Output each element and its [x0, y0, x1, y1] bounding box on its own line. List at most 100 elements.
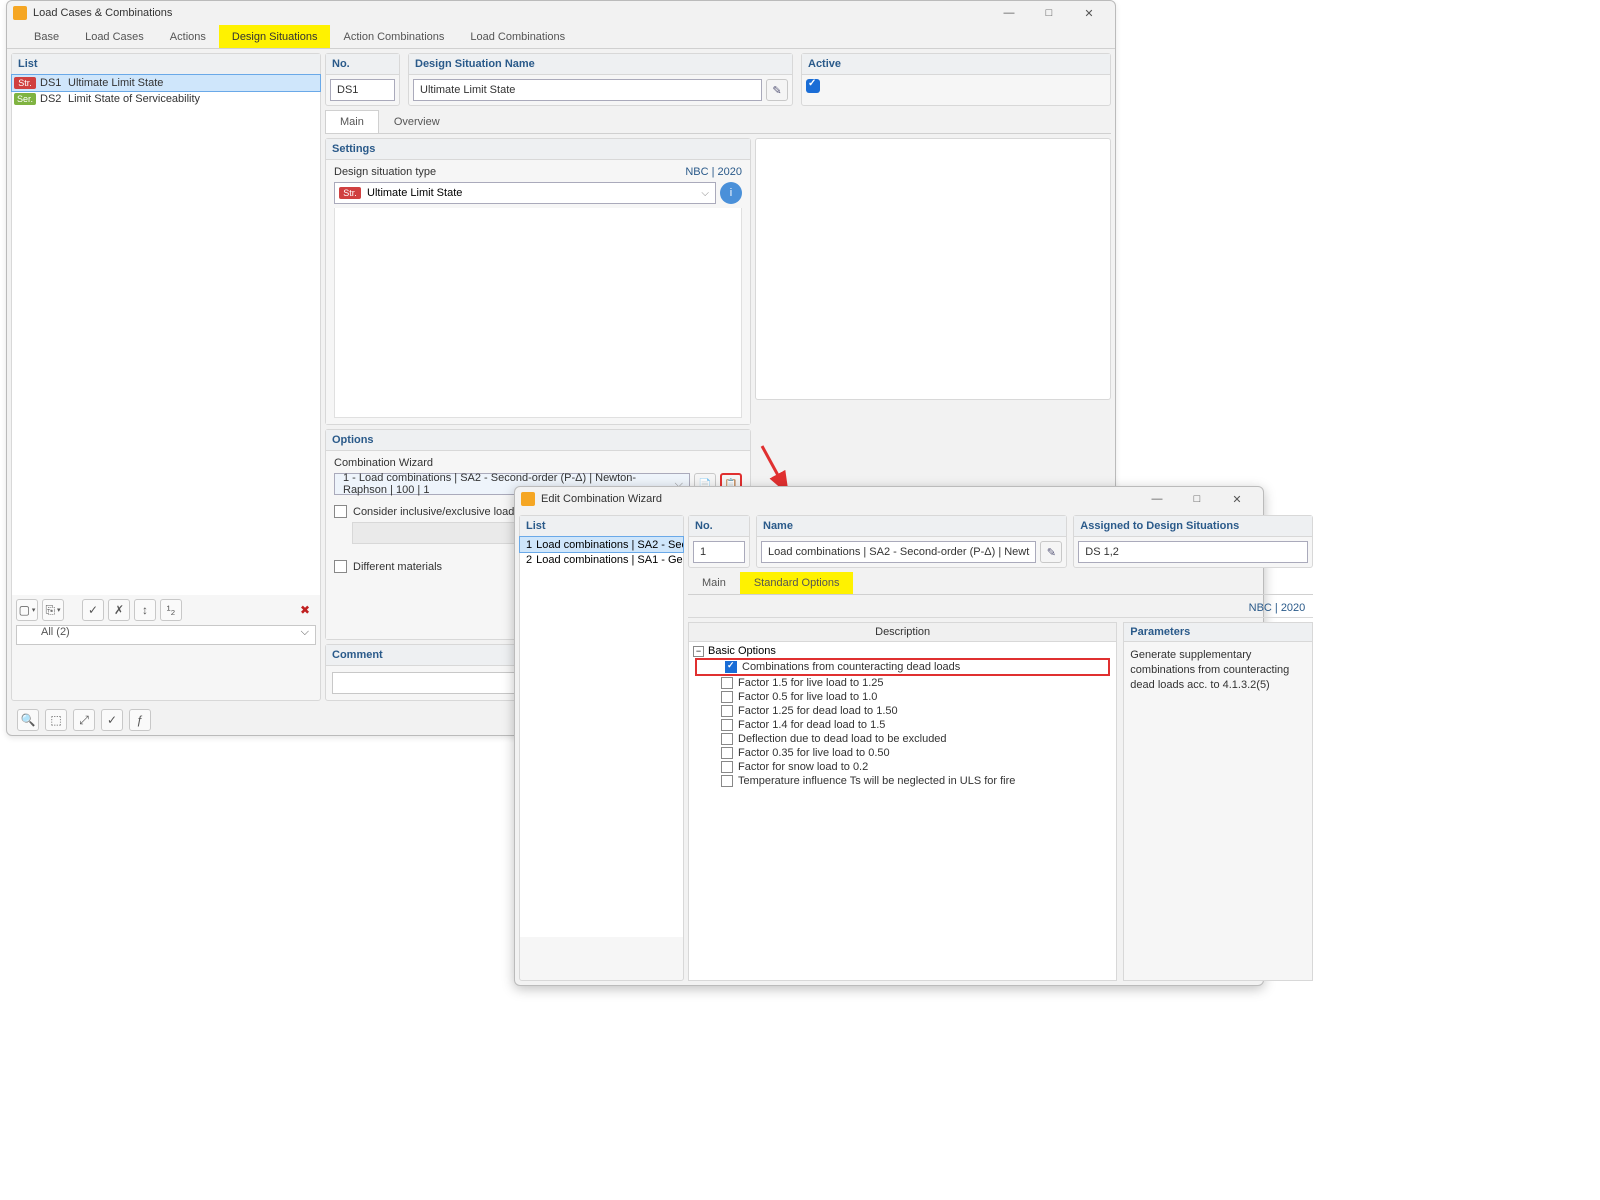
wiz-no-input[interactable]: 1 — [693, 541, 745, 563]
tool-3-button[interactable]: ✓ — [101, 709, 123, 731]
type-value: Ultimate Limit State — [367, 187, 462, 199]
option-label: Combinations from counteracting dead loa… — [742, 661, 960, 673]
check-all-button[interactable]: ✓ — [82, 599, 104, 621]
option-item[interactable]: Temperature influence Ts will be neglect… — [693, 774, 1112, 788]
option-item[interactable]: Factor for snow load to 0.2 — [693, 760, 1112, 774]
option-checkbox[interactable] — [721, 747, 733, 759]
options-desc-panel: Description − Basic Options Combinations… — [688, 622, 1117, 981]
tab-load-cases[interactable]: Load Cases — [72, 25, 157, 48]
materials-label: Different materials — [353, 561, 442, 573]
wiz-tab-standard-options[interactable]: Standard Options — [740, 572, 854, 594]
option-item[interactable]: Factor 0.5 for live load to 1.0 — [693, 690, 1112, 704]
sub-minimize-button[interactable]: — — [1137, 489, 1177, 509]
tool-2-button[interactable]: ⤢ — [73, 709, 95, 731]
active-checkbox[interactable] — [806, 79, 820, 93]
wizard-list[interactable]: 1Load combinations | SA2 - Secon 2 Load co… — [520, 537, 683, 937]
settings-panel: Settings Design situation type NBC | 202… — [325, 138, 751, 425]
wiz-standard-label: NBC | 2020 — [1249, 602, 1306, 614]
copy-button[interactable]: ⎘ — [42, 599, 64, 621]
option-item[interactable]: Factor 1.25 for dead load to 1.50 — [693, 704, 1112, 718]
no-input[interactable]: DS1 — [330, 79, 395, 101]
subtab-main[interactable]: Main — [325, 110, 379, 133]
renumber-button[interactable]: ¹₂ — [160, 599, 182, 621]
preview-area — [755, 138, 1111, 400]
option-item[interactable]: Combinations from counteracting dead loa… — [695, 658, 1110, 676]
name-header: Design Situation Name — [409, 54, 792, 75]
wiz-name: Load combinations | SA2 - Secon — [536, 539, 683, 551]
option-checkbox[interactable] — [721, 761, 733, 773]
type-label: Design situation type — [334, 166, 436, 178]
sub-close-button[interactable]: ✕ — [1217, 489, 1257, 509]
parameters-panel: Parameters Generate supplementary combin… — [1123, 622, 1313, 981]
tool-1-button[interactable]: ⬚ — [45, 709, 67, 731]
tab-design-situations[interactable]: Design Situations — [219, 25, 331, 48]
name-input[interactable]: Ultimate Limit State — [413, 79, 762, 101]
wizard-list-row[interactable]: 1Load combinations | SA2 - Secon — [520, 537, 683, 552]
type-badge: Str. — [339, 187, 361, 199]
sub-maximize-button[interactable]: □ — [1177, 489, 1217, 509]
edit-name-button[interactable]: ✎ — [766, 79, 788, 101]
new-button[interactable]: ▢ — [16, 599, 38, 621]
option-item[interactable]: Deflection due to dead load to be exclud… — [693, 732, 1112, 746]
ds-list-panel: List Str.DS1Ultimate Limit StateSer.DS2L… — [11, 53, 321, 701]
delete-button[interactable]: ✖ — [294, 599, 316, 621]
tab-base[interactable]: Base — [21, 25, 72, 48]
filter-label: All (2) — [41, 626, 70, 638]
ds-list[interactable]: Str.DS1Ultimate Limit StateSer.DS2Limit … — [12, 75, 320, 595]
option-item[interactable]: Factor 1.5 for live load to 1.25 — [693, 676, 1112, 690]
type-dropdown[interactable]: Str. Ultimate Limit State — [334, 182, 716, 204]
wizard-label: Combination Wizard — [334, 457, 742, 469]
wiz-assigned-input[interactable]: DS 1,2 — [1078, 541, 1308, 563]
wiz-name-panel: Name Load combinations | SA2 - Second-or… — [756, 515, 1067, 568]
subtab-overview[interactable]: Overview — [379, 110, 455, 133]
close-button[interactable]: ✕ — [1069, 3, 1109, 23]
option-checkbox[interactable] — [725, 661, 737, 673]
wizard-list-header: List — [520, 516, 683, 537]
help-button[interactable]: 🔍 — [17, 709, 39, 731]
ds-list-row[interactable]: Ser.DS2Limit State of Serviceability — [12, 91, 320, 107]
option-item[interactable]: Factor 0.35 for live load to 0.50 — [693, 746, 1112, 760]
tab-action-combinations[interactable]: Action Combinations — [330, 25, 457, 48]
collapse-icon[interactable]: − — [693, 646, 704, 657]
wiz-no: 2 — [526, 554, 532, 566]
type-info-button[interactable]: i — [720, 182, 742, 204]
wiz-assigned-panel: Assigned to Design Situations DS 1,2 — [1073, 515, 1313, 568]
option-checkbox[interactable] — [721, 719, 733, 731]
wiz-tab-main[interactable]: Main — [688, 572, 740, 594]
badge: Ser. — [14, 93, 36, 105]
materials-checkbox[interactable] — [334, 560, 347, 573]
minimize-button[interactable]: — — [989, 3, 1029, 23]
tab-load-combinations[interactable]: Load Combinations — [457, 25, 578, 48]
title-bar: Load Cases & Combinations — □ ✕ — [7, 1, 1115, 25]
wizard-list-row[interactable]: 2 Load combinations | SA1 - Geom — [520, 552, 683, 567]
tab-actions[interactable]: Actions — [157, 25, 219, 48]
uncheck-all-button[interactable]: ✗ — [108, 599, 130, 621]
wiz-name-input[interactable]: Load combinations | SA2 - Second-order (… — [761, 541, 1036, 563]
sub-window-title: Edit Combination Wizard — [541, 493, 1137, 505]
option-checkbox[interactable] — [721, 775, 733, 787]
filter-select[interactable]: All (2) ⌵ — [16, 625, 316, 645]
option-item[interactable]: Factor 1.4 for dead load to 1.5 — [693, 718, 1112, 732]
inclusive-checkbox[interactable] — [334, 505, 347, 518]
tool-4-button[interactable]: ƒ — [129, 709, 151, 731]
option-checkbox[interactable] — [721, 733, 733, 745]
sort-button[interactable]: ↕ — [134, 599, 156, 621]
option-checkbox[interactable] — [721, 691, 733, 703]
wiz-name: Load combinations | SA1 - Geom — [536, 554, 683, 566]
wiz-edit-name-button[interactable]: ✎ — [1040, 541, 1062, 563]
option-label: Factor 1.25 for dead load to 1.50 — [738, 705, 898, 717]
wizard-list-panel: List 1Load combinations | SA2 - Secon 2 Lo… — [519, 515, 684, 981]
option-checkbox[interactable] — [721, 677, 733, 689]
maximize-button[interactable]: □ — [1029, 3, 1069, 23]
settings-body-area — [334, 208, 742, 418]
option-label: Factor for snow load to 0.2 — [738, 761, 868, 773]
active-header: Active — [802, 54, 1110, 75]
option-checkbox[interactable] — [721, 705, 733, 717]
ds-list-row[interactable]: Str.DS1Ultimate Limit State — [12, 75, 320, 91]
options-header: Options — [326, 430, 750, 451]
basic-options-group[interactable]: − Basic Options — [693, 644, 1112, 658]
option-label: Factor 0.35 for live load to 0.50 — [738, 747, 890, 759]
list-header: List — [12, 54, 320, 75]
standard-label: NBC | 2020 — [685, 166, 742, 178]
group-label: Basic Options — [708, 645, 776, 657]
